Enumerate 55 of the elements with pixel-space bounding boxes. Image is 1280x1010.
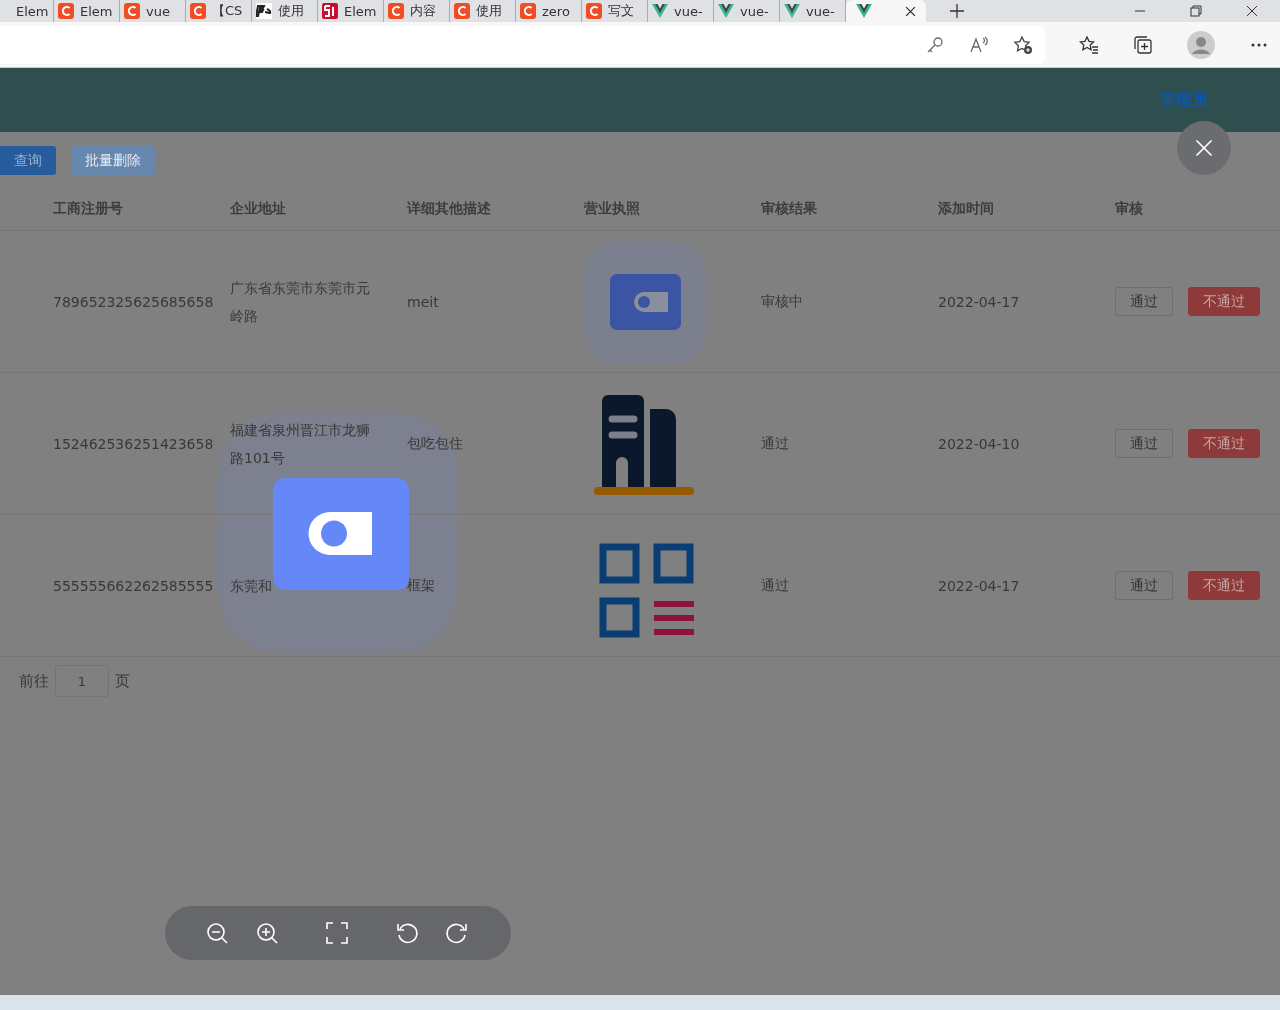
column-header: 详细其他描述: [407, 200, 491, 218]
table-cell: 2022-04-17: [938, 293, 1020, 310]
table-cell: 通过: [761, 434, 789, 453]
column-header: 审核结果: [761, 200, 817, 218]
favorites-icon[interactable]: [1079, 34, 1099, 55]
c-logo-icon: [190, 3, 206, 19]
browser-tab[interactable]: [846, 0, 926, 22]
fullscreen-icon[interactable]: [325, 921, 349, 945]
c-logo-icon: [520, 3, 536, 19]
column-header: 企业地址: [230, 200, 286, 218]
v-logo-icon: [856, 3, 872, 19]
table-cell: meit: [407, 293, 439, 310]
table-cell: 通过: [761, 576, 789, 595]
close-viewer-button[interactable]: [1177, 121, 1231, 175]
column-header: 添加时间: [938, 200, 994, 218]
c-logo-icon: [124, 3, 140, 19]
c-logo-icon: [388, 3, 404, 19]
table-cell-text: 东莞和: [230, 576, 273, 596]
v-logo-icon: [652, 3, 668, 19]
zoom-in-icon[interactable]: [255, 921, 279, 945]
c-logo-icon: [454, 3, 470, 19]
zoom-out-icon[interactable]: [205, 921, 229, 945]
key-icon[interactable]: [925, 34, 945, 55]
pager-label: 页: [115, 671, 130, 691]
table-cell: 152462536251423658: [53, 435, 214, 452]
close-tab-icon[interactable]: [905, 5, 916, 17]
v-logo-icon: [718, 3, 734, 19]
fs-logo-icon: [256, 3, 272, 19]
rotate-right-icon[interactable]: [445, 921, 469, 945]
new-tab-icon[interactable]: [950, 4, 964, 18]
table-cell: 审核中: [761, 292, 803, 311]
profile-avatar-icon[interactable]: [1187, 30, 1215, 59]
table-cell: 789652325625685658: [53, 293, 214, 310]
v-logo-icon: [784, 3, 800, 19]
table-cell: 2022-04-17: [938, 577, 1020, 594]
table-cell: 框架: [407, 576, 435, 595]
address-field[interactable]: [0, 25, 1045, 64]
column-header: 营业执照: [584, 200, 640, 218]
table-cell-text: 福建省泉州晋江市龙狮路101号: [230, 420, 371, 468]
table-cell-text: 广东省东莞市东莞市元岭路: [230, 278, 371, 326]
restore-icon[interactable]: [1190, 5, 1202, 17]
logo-51-icon: [322, 3, 338, 19]
close-icon[interactable]: [1246, 5, 1258, 17]
add-favorite-icon[interactable]: [1013, 34, 1033, 55]
column-header: 审核: [1115, 200, 1143, 218]
collections-icon[interactable]: [1133, 34, 1153, 55]
c-logo-icon: [58, 3, 74, 19]
table-cell: 555555662262585555: [53, 577, 214, 594]
rotate-left-icon[interactable]: [395, 921, 419, 945]
c-logo-icon: [586, 3, 602, 19]
pager-label: 前往: [19, 671, 49, 691]
table-cell: 2022-04-10: [938, 435, 1020, 452]
table-cell: 包吃包住: [407, 434, 463, 453]
read-aloud-icon[interactable]: [969, 34, 989, 55]
column-header: 工商注册号: [53, 200, 123, 218]
